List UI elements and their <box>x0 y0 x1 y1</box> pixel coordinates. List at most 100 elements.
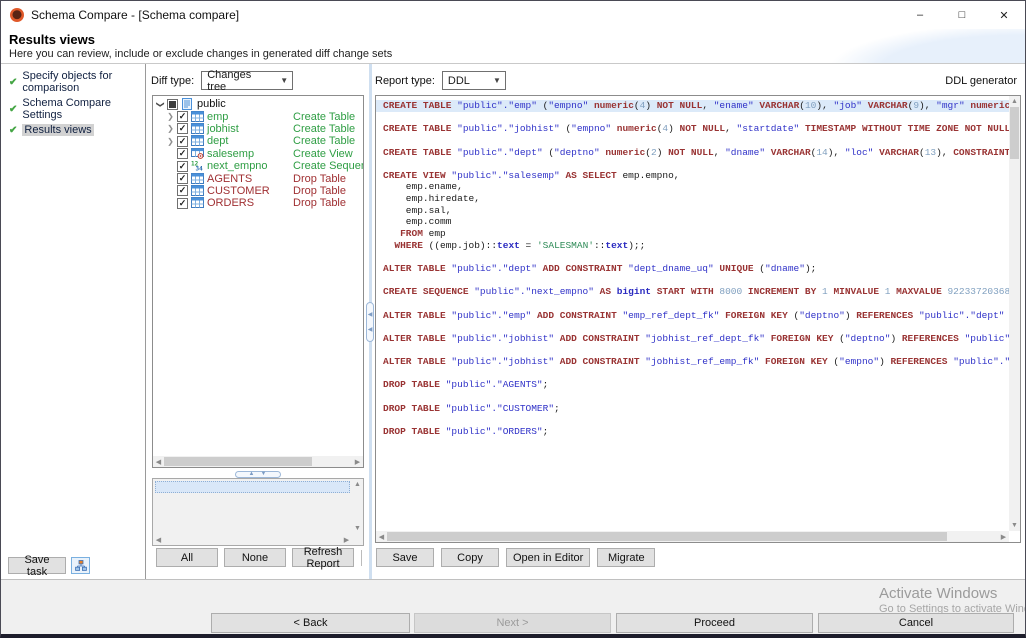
cancel-button[interactable]: Cancel <box>818 613 1014 633</box>
close-icon[interactable]: ✕ <box>983 1 1025 29</box>
tree-node-label: public <box>197 98 226 110</box>
chevron-collapsed-icon[interactable]: ❯ <box>166 112 175 121</box>
sql-line: CREATE TABLE "public"."emp" ("empno" num… <box>376 100 1009 112</box>
checkbox[interactable]: ✓ <box>177 111 188 122</box>
scroll-left-icon[interactable]: ◀ <box>153 536 164 544</box>
sql-line: FROM emp <box>383 228 1009 240</box>
sql-line: DROP TABLE "public"."ORDERS"; <box>383 426 1009 438</box>
button-separator <box>361 550 362 566</box>
sql-line <box>383 368 1009 380</box>
save-button[interactable]: Save <box>376 548 434 567</box>
scrollbar-thumb[interactable] <box>1010 107 1019 159</box>
sql-line: emp.sal, <box>383 205 1009 217</box>
vertical-splitter[interactable]: ◀◀ <box>369 64 372 579</box>
collapse-up-icon[interactable]: ▲ <box>249 471 255 477</box>
tree-row-jobhist[interactable]: ❯✓jobhistCreate Table <box>153 123 363 135</box>
sidebar-item-specify-objects-for-comparison[interactable]: ✔Specify objects for comparison <box>1 69 145 95</box>
proceed-button[interactable]: Proceed <box>616 613 813 633</box>
schema-compare-window: Schema Compare - [Schema compare] – □ ✕ … <box>0 0 1026 638</box>
check-mark: ✓ <box>179 149 187 158</box>
svg-text:34: 34 <box>196 166 204 172</box>
scroll-right-icon[interactable]: ▶ <box>341 536 352 544</box>
check-mark: ✓ <box>179 137 187 146</box>
sql-line: DROP TABLE "public"."AGENTS"; <box>383 379 1009 391</box>
minimize-icon[interactable]: – <box>899 1 941 29</box>
sql-code[interactable]: CREATE TABLE "public"."emp" ("empno" num… <box>376 96 1009 531</box>
diff-type-select[interactable]: Changes tree ▼ <box>201 71 293 90</box>
all-button[interactable]: All <box>156 548 218 567</box>
page-subtitle: Here you can review, include or exclude … <box>9 48 392 60</box>
checkbox[interactable] <box>167 99 178 110</box>
scroll-right-icon[interactable]: ▶ <box>998 533 1009 541</box>
chevron-expanded-icon[interactable]: ❯ <box>156 100 165 109</box>
sql-line: CREATE TABLE "public"."dept" ("deptno" n… <box>383 147 1009 159</box>
migrate-button[interactable]: Migrate <box>597 548 655 567</box>
preview-hscrollbar[interactable]: ◀ ▶ <box>153 534 352 545</box>
checkmark-icon: ✔ <box>9 125 17 136</box>
chevron-collapsed-icon[interactable]: ❯ <box>166 137 175 146</box>
sql-line <box>383 135 1009 147</box>
copy-button[interactable]: Copy <box>441 548 499 567</box>
checkbox[interactable]: ✓ <box>177 185 188 196</box>
tree-hscrollbar[interactable]: ◀ ▶ <box>153 456 363 467</box>
check-mark: ✓ <box>179 186 187 195</box>
sidebar-item-results-views[interactable]: ✔Results views <box>1 123 96 137</box>
org-chart-icon <box>75 560 87 571</box>
scroll-up-icon[interactable]: ▲ <box>354 479 361 490</box>
collapse-left-icon[interactable]: ◀ <box>368 311 373 318</box>
checkbox[interactable]: ✓ <box>177 161 188 172</box>
scroll-down-icon[interactable]: ▼ <box>1011 520 1018 531</box>
change-action-label: Create Table <box>293 123 355 135</box>
tree-row-agents[interactable]: ✓AGENTSDrop Table <box>153 172 363 184</box>
tree-row-salesemp[interactable]: ✓salesempCreate View <box>153 148 363 160</box>
preview-vscrollbar[interactable]: ▲ ▼ <box>352 479 363 534</box>
tree-row-public[interactable]: ❯ public <box>153 98 363 110</box>
sql-line <box>383 158 1009 170</box>
diff-type-label: Diff type: <box>151 75 194 87</box>
check-mark: ✓ <box>179 124 187 133</box>
change-action-label: Create Sequence <box>293 160 363 172</box>
detail-preview-panel[interactable]: ▲ ▼ ◀ ▶ <box>152 478 364 546</box>
horizontal-splitter[interactable]: ▲▼ <box>147 470 368 478</box>
checkmark-icon: ✔ <box>9 104 17 115</box>
tree-row-customer[interactable]: ✓CUSTOMERDrop Table <box>153 185 363 197</box>
changes-tree[interactable]: ❯public❯✓empCreate Table❯✓jobhistCreate … <box>152 95 364 468</box>
scrollbar-thumb[interactable] <box>164 457 312 466</box>
tree-row-orders[interactable]: ✓ORDERSDrop Table <box>153 197 363 209</box>
code-vscrollbar[interactable]: ▲ ▼ <box>1009 96 1020 531</box>
diff-buttons: All None Refresh Report <box>156 548 362 567</box>
tree-row-next-empno[interactable]: ✓1234next_empnoCreate Sequence <box>153 160 363 172</box>
report-type-select[interactable]: DDL ▼ <box>442 71 506 90</box>
back-button[interactable]: < Back <box>211 613 410 633</box>
scroll-left-icon[interactable]: ◀ <box>153 458 164 466</box>
open-in-editor-button[interactable]: Open in Editor <box>506 548 590 567</box>
sql-line: emp.comm <box>383 216 1009 228</box>
bottom-bar: Activate Windows Go to Settings to activ… <box>1 579 1025 635</box>
preview-selected-row[interactable] <box>155 481 350 493</box>
scroll-left-icon[interactable]: ◀ <box>376 533 387 541</box>
none-button[interactable]: None <box>224 548 286 567</box>
refresh-report-button[interactable]: Refresh Report <box>292 548 354 567</box>
checkbox[interactable]: ✓ <box>177 198 188 209</box>
checkbox[interactable]: ✓ <box>177 173 188 184</box>
scheduler-icon-button[interactable] <box>71 557 90 574</box>
tree-node-label: next_empno <box>207 160 268 172</box>
sql-line <box>383 344 1009 356</box>
checkbox[interactable]: ✓ <box>177 123 188 134</box>
checkbox[interactable]: ✓ <box>177 136 188 147</box>
collapse-left-icon[interactable]: ◀ <box>368 326 373 333</box>
checkbox[interactable]: ✓ <box>177 148 188 159</box>
scrollbar-thumb[interactable] <box>387 532 947 541</box>
scroll-right-icon[interactable]: ▶ <box>352 458 363 466</box>
ddl-report-view[interactable]: CREATE TABLE "public"."emp" ("empno" num… <box>375 95 1021 543</box>
code-hscrollbar[interactable]: ◀ ▶ <box>376 531 1009 542</box>
chevron-collapsed-icon[interactable]: ❯ <box>166 124 175 133</box>
collapse-down-icon[interactable]: ▼ <box>261 471 267 477</box>
tree-row-dept[interactable]: ❯✓deptCreate Table <box>153 135 363 147</box>
scroll-down-icon[interactable]: ▼ <box>354 523 361 534</box>
save-task-button[interactable]: Save task <box>8 557 66 574</box>
tree-row-emp[interactable]: ❯✓empCreate Table <box>153 110 363 122</box>
scroll-up-icon[interactable]: ▲ <box>1011 96 1018 107</box>
maximize-icon[interactable]: □ <box>941 1 983 29</box>
sidebar-item-schema-compare-settings[interactable]: ✔Schema Compare Settings <box>1 96 145 122</box>
